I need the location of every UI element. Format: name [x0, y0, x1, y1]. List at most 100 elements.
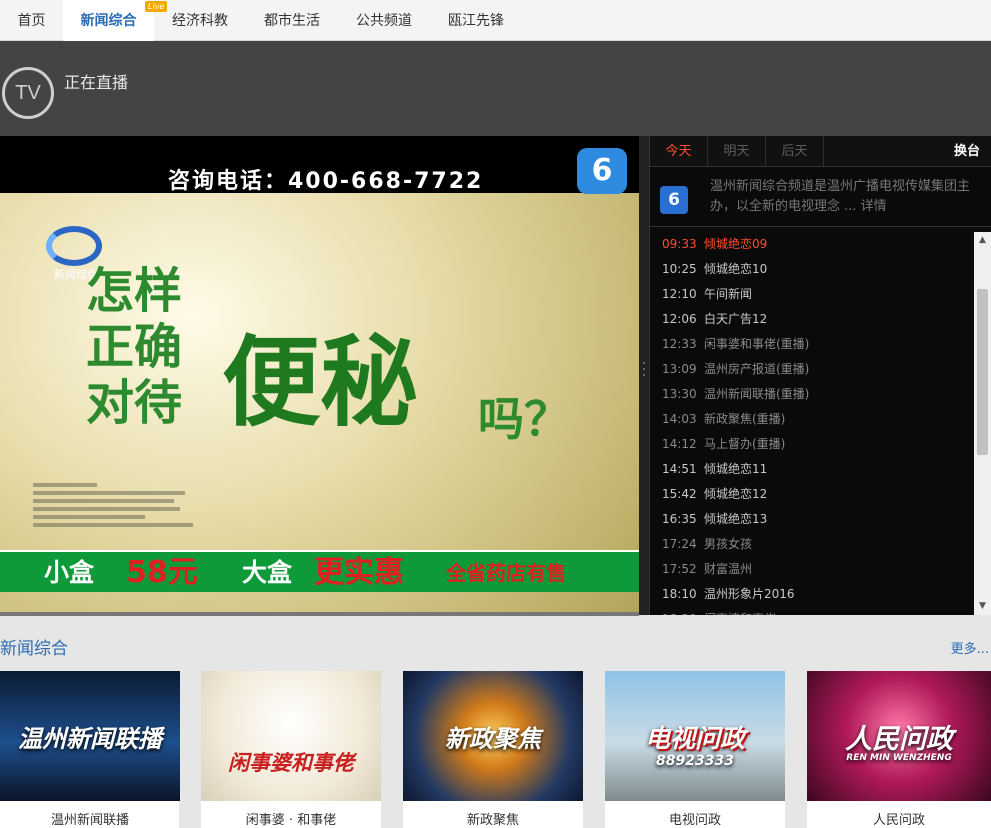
schedule-time: 13:30 [662, 387, 697, 401]
schedule-time: 18:20 [662, 607, 704, 615]
schedule-item[interactable]: 16:35 倾城绝恋13 [662, 507, 767, 532]
schedule-item[interactable]: 18:20闲事婆和事佬 [662, 607, 776, 615]
price-small-label: 小盒 [44, 558, 95, 587]
schedule-item[interactable]: 12:10 午间新闻 [662, 282, 752, 307]
program-card[interactable]: 闲事婆和事佬 闲事婆 · 和事佬 [201, 671, 381, 828]
nav-item-public[interactable]: 公共频道 [338, 0, 430, 41]
schedule-title: 温州形象片2016 [704, 587, 795, 601]
schedule-item[interactable]: 14:03 新政聚焦(重播) [662, 407, 785, 432]
schedule-title: 倾城绝恋10 [704, 262, 768, 276]
thumbnail-title: 新政聚焦 [445, 725, 541, 753]
program-label: 电视问政 [668, 813, 721, 828]
live-header: TV 正在直播 [0, 41, 991, 136]
ad-price-bar: 小盒 58元 大盒 更实惠 全省药店有售 [0, 550, 639, 592]
station-corner-logo-icon: 6 [577, 148, 627, 194]
schedule-title: 白天广告12 [704, 312, 768, 326]
channel-logo-ring-icon [46, 226, 102, 266]
schedule-time: 15:42 [662, 487, 697, 501]
schedule-time: 17:24 [662, 537, 697, 551]
nav-item-oujiang[interactable]: 瓯江先锋 [430, 0, 522, 41]
tab-tomorrow[interactable]: 明天 [708, 136, 766, 167]
more-link[interactable]: 更多... [951, 638, 989, 657]
tab-today[interactable]: 今天 [650, 136, 708, 167]
program-label: 新政聚焦 [466, 813, 519, 828]
schedule-item[interactable]: 17:52 财富温州 [662, 557, 752, 582]
program-thumbnail: 温州新闻联播 [0, 671, 180, 801]
schedule-list: 09:33 倾城绝恋09 10:25 倾城绝恋10 12:10 午间新闻 12:06 白天广告… [650, 232, 976, 615]
schedule-item[interactable]: 13:30 温州新闻联播(重播) [662, 382, 809, 407]
channel-intro-body: 温州新闻综合频道是温州广播电视传媒集团主办，以全新的电视理念 ... [710, 179, 971, 214]
price-big: 更实惠 [314, 555, 404, 590]
ad-line-3: 对待 [86, 375, 183, 431]
schedule-title: 午间新闻 [704, 287, 753, 301]
price-small: 58元 [126, 555, 198, 590]
scroll-up-icon[interactable]: ▲ [974, 232, 991, 249]
schedule-time: 12:10 [662, 287, 697, 301]
intro-details-link[interactable]: 详情 [861, 199, 887, 214]
nav-item-economy[interactable]: 经济科教 [154, 0, 246, 41]
nav-item-city-life[interactable]: 都市生活 [246, 0, 338, 41]
program-thumbnail: 人民问政 REN MIN WENZHENG [807, 671, 991, 801]
switch-channel-button[interactable]: 换台 [954, 136, 980, 167]
thumbnail-title: 闲事婆和事佬 [228, 750, 354, 775]
scroll-down-icon[interactable]: ▼ [974, 598, 991, 615]
schedule-title: 倾城绝恋12 [704, 487, 768, 501]
thumbnail-title: 温州新闻联播 [18, 725, 162, 753]
top-nav: 首页 新闻综合 经济科教 都市生活 公共频道 瓯江先锋 Live [0, 0, 991, 42]
tv-icon: TV [2, 67, 54, 119]
schedule-time: 14:51 [662, 462, 697, 476]
schedule-item[interactable]: 12:33 闲事婆和事佬(重播) [662, 332, 809, 357]
page-title: 正在直播 [64, 73, 129, 92]
nav-item-news[interactable]: 新闻综合 [63, 0, 154, 42]
grip-dot [643, 374, 645, 376]
program-card[interactable]: 电视问政 88923333 电视问政 [605, 671, 785, 828]
schedule-time: 14:03 [662, 412, 697, 426]
schedule-item[interactable]: 09:33 倾城绝恋09 [662, 232, 767, 257]
schedule-item[interactable]: 14:12 马上督办(重播) [662, 432, 785, 457]
schedule-title: 财富温州 [704, 562, 753, 576]
schedule-item[interactable]: 17:24 男孩女孩 [662, 532, 752, 557]
nav-item-home[interactable]: 首页 [0, 0, 63, 41]
ad-phone: 咨询电话：400-668-7722 [168, 169, 484, 194]
program-label: 人民问政 [872, 813, 925, 828]
schedule-title: 闲事婆和事佬(重播) [704, 337, 810, 351]
schedule-title: 倾城绝恋09 [704, 237, 768, 251]
program-card[interactable]: 温州新闻联播 温州新闻联播 [0, 671, 180, 828]
video-player[interactable]: 新闻综合 怎样 正确 对待 便秘 吗？ 咨询电话：400-668-7722 6 … [0, 136, 639, 612]
channel-intro-text: 温州新闻综合频道是温州广播电视传媒集团主办，以全新的电视理念 ... 详情 [710, 177, 980, 217]
ad-line-2: 正确 [86, 319, 183, 375]
schedule-time: 09:33 [662, 237, 697, 251]
schedule-item[interactable]: 10:25 倾城绝恋10 [662, 257, 767, 282]
scroll-thumb[interactable] [977, 289, 988, 455]
grip-dot [643, 362, 645, 364]
price-big-label: 大盒 [242, 558, 293, 587]
schedule-time: 12:33 [662, 337, 697, 351]
schedule-title: 新政聚焦(重播) [704, 412, 786, 426]
schedule-item[interactable]: 15:42 倾城绝恋12 [662, 482, 767, 507]
player-bottom-edge [0, 612, 639, 616]
schedule-time: 13:09 [662, 362, 697, 376]
schedule-item[interactable]: 12:06 白天广告12 [662, 307, 767, 332]
program-card[interactable]: 新政聚焦 新政聚焦 [403, 671, 583, 828]
program-card[interactable]: 人民问政 REN MIN WENZHENG 人民问政 [807, 671, 991, 828]
section-title: 新闻综合 [0, 639, 68, 659]
schedule-title: 男孩女孩 [704, 537, 753, 551]
schedule-item[interactable]: 14:51 倾城绝恋11 [662, 457, 767, 482]
schedule-time: 10:25 [662, 262, 697, 276]
ad-fine-print [33, 483, 193, 545]
grip-dot [643, 368, 645, 370]
schedule-title: 温州新闻联播(重播) [704, 387, 810, 401]
price-note: 全省药店有售 [446, 561, 566, 585]
tab-day-after[interactable]: 后天 [766, 136, 824, 167]
channel-intro-logo-icon: 6 [660, 186, 688, 214]
schedule-item[interactable]: 18:10 温州形象片2016 [662, 582, 795, 607]
schedule-title: 倾城绝恋13 [704, 512, 768, 526]
schedule-item[interactable]: 13:09 温州房产报道(重播) [662, 357, 809, 382]
ad-headline: 便秘 [222, 325, 419, 440]
program-thumbnail: 闲事婆和事佬 [201, 671, 381, 801]
schedule-scrollbar[interactable]: ▲ ▼ [974, 232, 991, 615]
live-badge: Live [145, 1, 168, 12]
schedule-time: 14:12 [662, 437, 697, 451]
day-tabs: 今天 明天 后天 换台 [650, 136, 991, 167]
schedule-time: 12:06 [662, 312, 697, 326]
